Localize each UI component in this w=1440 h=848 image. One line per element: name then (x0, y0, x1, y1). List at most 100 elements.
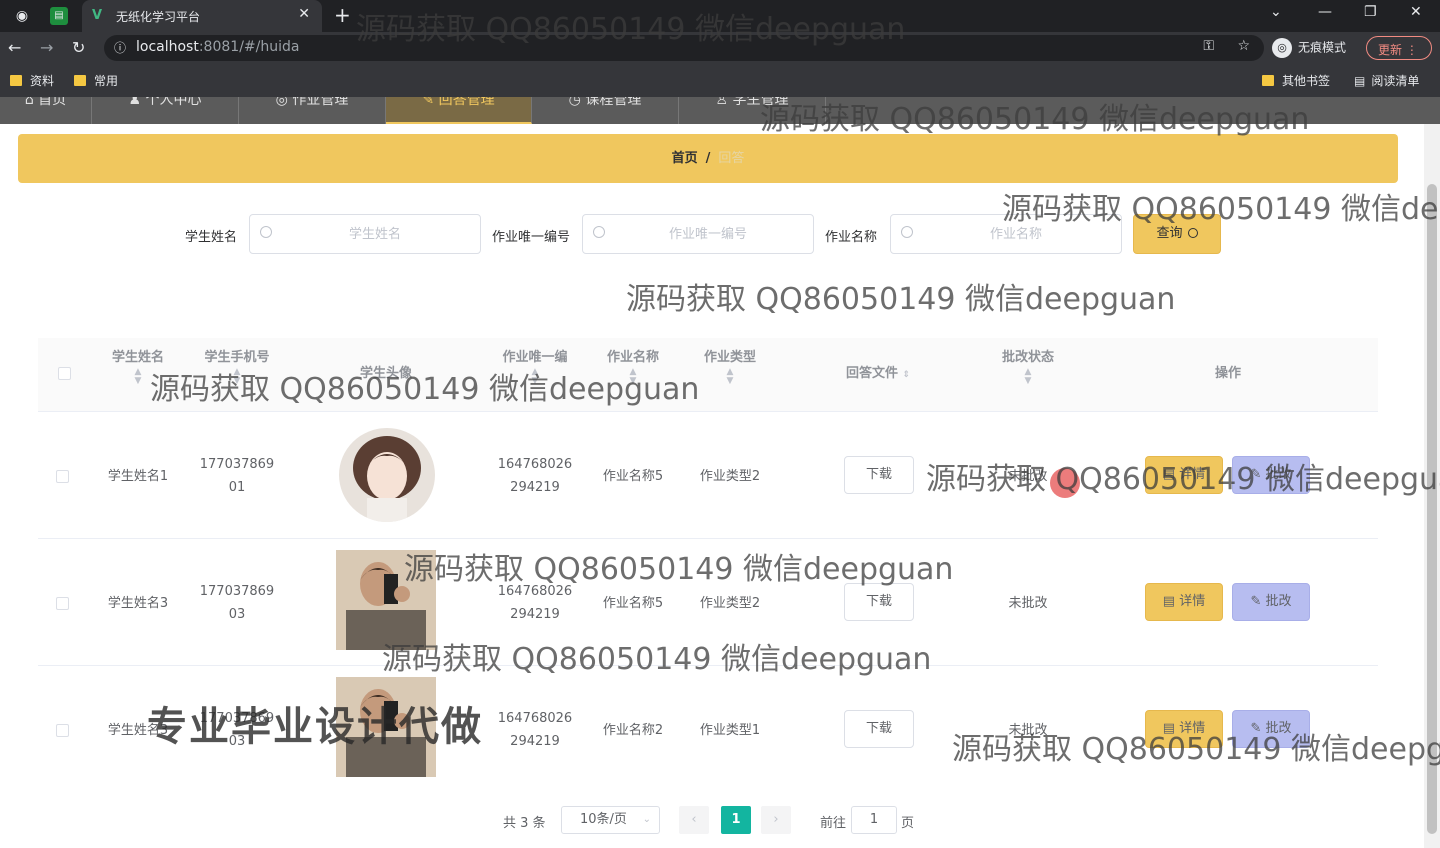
col-hwid[interactable]: 作业唯一编 ▲ ▼ (490, 348, 580, 386)
page-number-current[interactable]: 1 (721, 806, 751, 834)
site-info-icon[interactable]: ⓘ (114, 39, 126, 56)
download-button[interactable]: 下载 (844, 456, 914, 494)
table-header: 学生姓名 ▲ ▼ 学生手机号 ▲ ▼ 学生头像 作业唯一编 ▲ ▼ 作业名称 ▲ ▼ 作业类型 ▲… (38, 338, 1378, 412)
tab-title: 无纸化学习平台 (116, 10, 201, 24)
sort-icon[interactable]: ▲ ▼ (598, 368, 668, 386)
reload-icon[interactable]: ↻ (72, 38, 85, 57)
col-hwtype[interactable]: 作业类型 ▲ ▼ (695, 348, 765, 386)
incognito-indicator[interactable]: ◎ 无痕模式 (1272, 38, 1346, 58)
col-file[interactable]: 回答文件 ⇕ (818, 364, 938, 385)
prev-page-button[interactable]: ‹ (679, 806, 709, 834)
doc-icon: ▤ (1162, 467, 1180, 482)
scrollbar-thumb[interactable] (1427, 184, 1437, 834)
col-phone[interactable]: 学生手机号 ▲ ▼ (192, 348, 282, 386)
cell-hwtype: 作业类型2 (699, 596, 761, 611)
close-tab-icon[interactable]: ✕ (298, 6, 310, 22)
update-button[interactable]: 更新 ⋮ (1366, 36, 1432, 60)
sort-icon[interactable]: ⇕ (903, 370, 911, 380)
header-label: 作业名称 (606, 350, 659, 365)
table-row: 学生姓名1 177037869 01 164768026 294219 作业名称5 … (38, 412, 1378, 539)
incognito-icon: ◎ (1272, 38, 1292, 58)
detail-button[interactable]: ▤ 详情 (1145, 456, 1223, 494)
restore-icon[interactable]: ❐ (1364, 4, 1377, 20)
bookmark-folder-changyong[interactable]: 常用 (74, 72, 118, 89)
doc-icon: ▤ (1162, 594, 1180, 609)
nav-item-homework[interactable]: ◎ 作业管理 (239, 97, 386, 124)
sheets-tab-icon[interactable]: ▤ (50, 7, 68, 25)
col-student-name[interactable]: 学生姓名 ▲ ▼ (100, 348, 176, 386)
goto-page-input[interactable]: 1 (851, 806, 897, 834)
hw-name-label: 作业名称 (825, 230, 878, 245)
answer-icon: ✎ (422, 97, 439, 108)
header-label: 学生手机号 (204, 350, 270, 365)
edit-icon: ✎ (1250, 721, 1266, 736)
key-icon[interactable]: ⚿ (1203, 38, 1214, 54)
bookmarks-bar: 资料 常用 其他书签 ▤ 阅读清单 (0, 64, 1440, 97)
sort-icon[interactable]: ▲ ▼ (192, 368, 282, 386)
page-scrollbar[interactable] (1424, 124, 1440, 848)
query-button[interactable]: 查询 (1133, 214, 1221, 254)
bookmark-star-icon[interactable]: ☆ (1237, 38, 1250, 54)
page-size-select[interactable]: 10条/页 ⌄ (561, 806, 660, 834)
new-tab-icon[interactable]: + (334, 3, 351, 27)
tab-search-icon[interactable]: ⌄ (1270, 4, 1282, 20)
browser-tab-active[interactable]: V 无纸化学习平台 ✕ (82, 0, 322, 32)
review-button[interactable]: ✎ 批改 (1232, 456, 1310, 494)
bookmark-label: 资料 (30, 74, 55, 88)
nav-label: 作业管理 (292, 97, 349, 108)
url-path: :8081/#/huida (198, 39, 300, 55)
nav-item-answers[interactable]: ✎ 回答管理 (386, 97, 532, 124)
avatar (336, 550, 436, 650)
forward-icon[interactable]: → (40, 38, 53, 57)
row-checkbox[interactable] (56, 470, 69, 483)
nav-item-home[interactable]: ⌂ 首页 (0, 97, 92, 124)
sort-icon[interactable]: ▲ ▼ (695, 368, 765, 386)
row-checkbox[interactable] (56, 724, 69, 737)
download-button[interactable]: 下载 (844, 710, 914, 748)
cell-hwname: 作业名称5 (602, 469, 664, 484)
review-button[interactable]: ✎ 批改 (1232, 710, 1310, 748)
student-name-field[interactable] (249, 214, 481, 254)
select-all-checkbox[interactable] (58, 367, 71, 380)
avatar (336, 677, 436, 777)
bookmark-folder-ziliao[interactable]: 资料 (10, 72, 54, 89)
col-photo[interactable]: 学生头像 (338, 364, 434, 384)
nav-item-students[interactable]: ♙ 学生管理 (679, 97, 826, 124)
tab-bar: ◉ ▤ V 无纸化学习平台 ✕ + ⌄ — ❐ ✕ (0, 0, 1440, 32)
student-name-input[interactable] (280, 215, 470, 253)
close-window-icon[interactable]: ✕ (1410, 4, 1422, 20)
hwid-part: 164768026 (497, 457, 573, 472)
sort-icon[interactable]: ▲ ▼ (993, 368, 1063, 386)
other-bookmarks[interactable]: 其他书签 (1262, 72, 1330, 89)
watermark: 源码获取 QQ86050149 微信deepguan (626, 282, 1176, 317)
download-button[interactable]: 下载 (844, 583, 914, 621)
hw-id-field[interactable] (582, 214, 814, 254)
back-icon[interactable]: ← (8, 38, 21, 57)
detail-button[interactable]: ▤ 详情 (1145, 583, 1223, 621)
nav-item-profile[interactable]: ♟ 个人中心 (92, 97, 239, 124)
col-hwname[interactable]: 作业名称 ▲ ▼ (598, 348, 668, 386)
sort-icon[interactable]: ▲ ▼ (100, 368, 176, 386)
hw-id-input[interactable] (613, 215, 803, 253)
update-label: 更新 (1378, 43, 1403, 57)
nav-item-courses[interactable]: ◷ 课程管理 (532, 97, 679, 124)
phone-part: 177037869 (199, 584, 275, 599)
address-bar[interactable]: ⓘ localhost:8081/#/huida ⚿ ☆ (104, 35, 1264, 61)
cell-hwname: 作业名称2 (602, 723, 664, 738)
review-button[interactable]: ✎ 批改 (1232, 583, 1310, 621)
minimize-icon[interactable]: — (1318, 4, 1332, 20)
browser-menu-icon[interactable]: ◉ (12, 6, 32, 26)
search-icon (593, 226, 605, 238)
hw-name-field[interactable] (890, 214, 1122, 254)
reading-list[interactable]: ▤ 阅读清单 (1354, 72, 1419, 89)
student-name-label: 学生姓名 (185, 230, 238, 245)
chevron-right-icon: › (773, 812, 779, 827)
next-page-button[interactable]: › (761, 806, 791, 834)
sort-icon[interactable]: ▲ ▼ (490, 368, 580, 386)
breadcrumb-home[interactable]: 首页 (672, 151, 698, 166)
detail-button[interactable]: ▤ 详情 (1145, 710, 1223, 748)
col-status[interactable]: 批改状态 ▲ ▼ (993, 348, 1063, 386)
hw-name-input[interactable] (921, 215, 1111, 253)
detail-label: 详情 (1179, 467, 1206, 482)
row-checkbox[interactable] (56, 597, 69, 610)
